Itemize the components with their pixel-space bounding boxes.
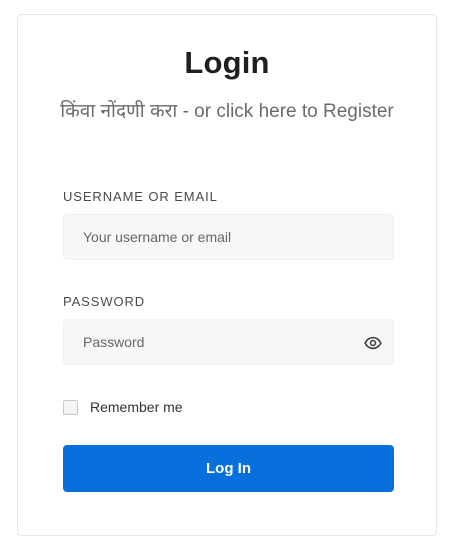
password-field-container: [63, 319, 394, 365]
login-button[interactable]: Log In: [63, 445, 394, 492]
page-title: Login: [184, 45, 270, 80]
password-input[interactable]: [64, 320, 393, 364]
remember-me-option[interactable]: Remember me: [63, 398, 183, 416]
password-label: PASSWORD: [63, 294, 146, 309]
eye-icon[interactable]: [364, 334, 382, 352]
remember-me-label: Remember me: [90, 399, 183, 415]
login-card: Login किंवा नोंदणी करा - or click here t…: [17, 14, 437, 536]
register-prompt: किंवा नोंदणी करा - or click here to Regi…: [48, 95, 406, 129]
username-field-container: [63, 214, 394, 260]
username-label: USERNAME OR EMAIL: [63, 189, 218, 204]
username-input[interactable]: [64, 215, 393, 259]
register-link[interactable]: किंवा नोंदणी करा - or click here to Regi…: [60, 101, 394, 122]
remember-me-checkbox[interactable]: [63, 399, 78, 415]
